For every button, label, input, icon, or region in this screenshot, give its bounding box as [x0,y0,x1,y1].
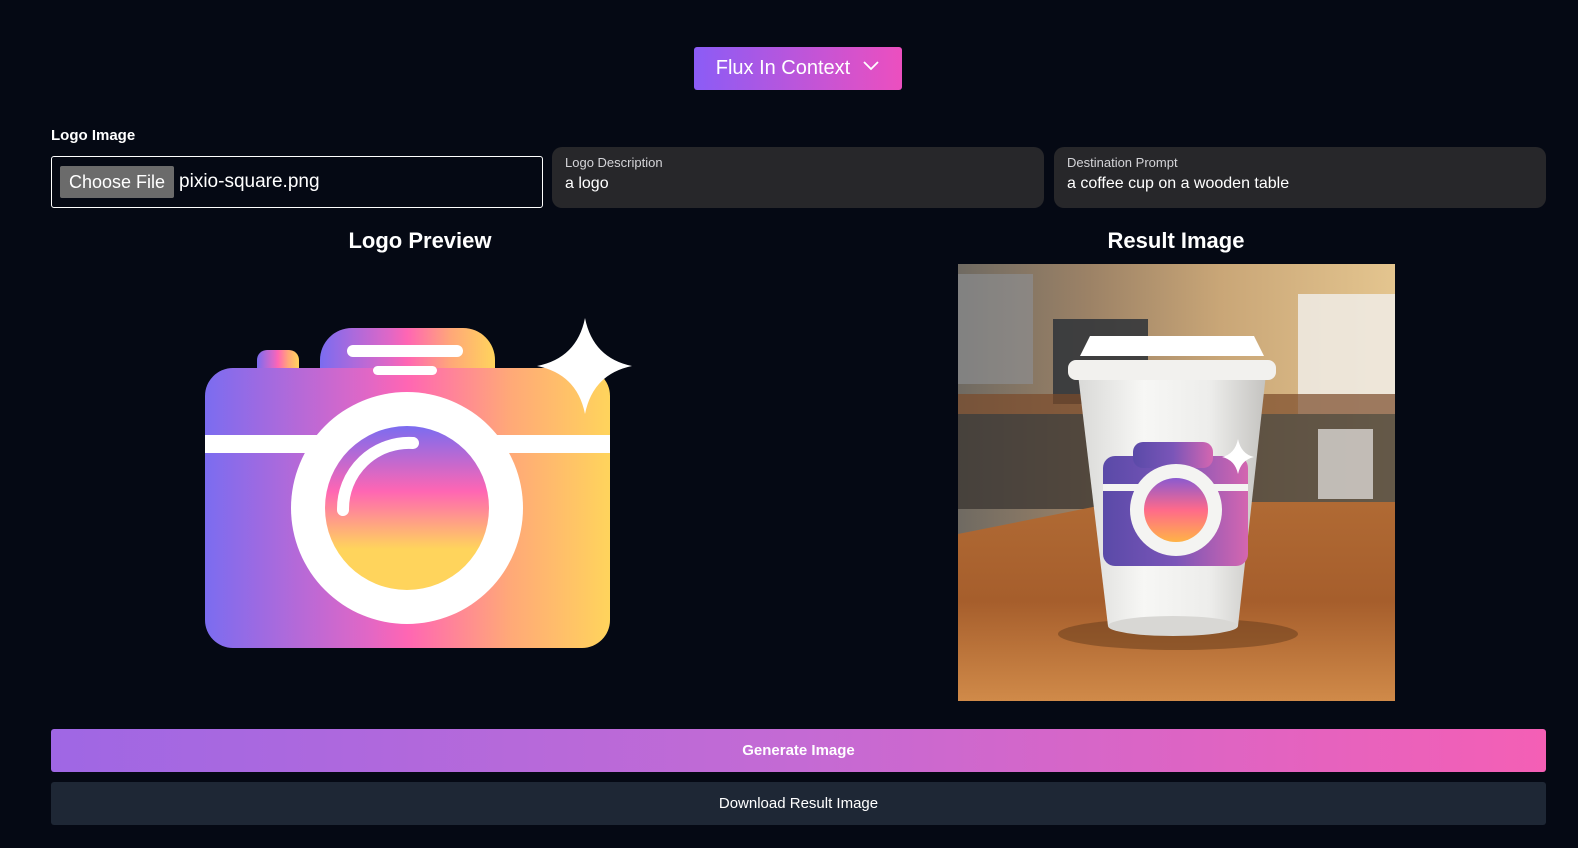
coffee-cup-photo [958,264,1395,701]
result-image-title: Result Image [1107,228,1245,253]
logo-preview-title: Logo Preview [348,228,492,253]
logo-description-input[interactable]: a logo [565,175,1031,193]
result-image [958,264,1395,701]
chevron-down-icon [862,57,880,81]
choose-file-button[interactable]: Choose File [60,166,175,198]
generate-image-button[interactable]: Generate Image [51,729,1546,772]
logo-file-input[interactable]: Choose File pixio-square.png [51,156,543,208]
model-select-dropdown[interactable]: Flux In Context [694,47,902,90]
destination-prompt-field[interactable]: Destination Prompt a coffee cup on a woo… [1054,147,1546,208]
logo-image-label: Logo Image [51,127,136,144]
logo-description-label: Logo Description [565,155,663,170]
download-result-button[interactable]: Download Result Image [51,782,1546,825]
model-select-label: Flux In Context [715,57,851,79]
logo-description-field[interactable]: Logo Description a logo [552,147,1044,208]
destination-prompt-label: Destination Prompt [1067,155,1178,170]
destination-prompt-input[interactable]: a coffee cup on a wooden table [1067,175,1533,193]
selected-file-name: pixio-square.png [179,171,320,192]
logo-preview-image [195,310,640,655]
camera-sparkle-icon [205,318,632,648]
